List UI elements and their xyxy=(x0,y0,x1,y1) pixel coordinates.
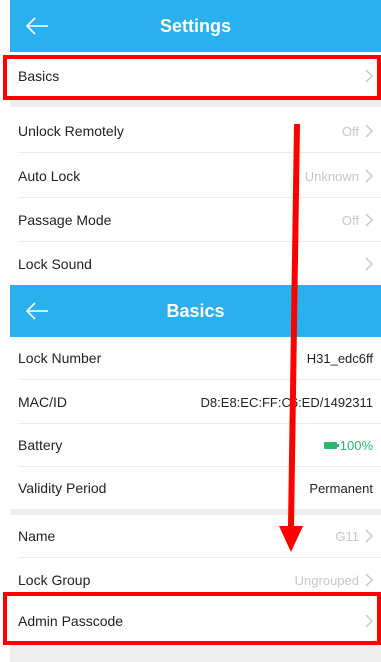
divider xyxy=(18,152,381,153)
section-gap xyxy=(10,97,381,107)
settings-row-unlock-remotely[interactable]: Unlock Remotely Off xyxy=(10,110,381,152)
row-label: Auto Lock xyxy=(18,168,81,184)
info-row-mac-id: MAC/ID D8:E8:EC:FF:C6:ED/1492311 xyxy=(10,381,381,423)
basics-screen: Basics Lock Number H31_edc6ff MAC/ID D8:… xyxy=(10,285,381,662)
divider xyxy=(18,241,381,242)
row-value: H31_edc6ff xyxy=(306,350,373,366)
settings-row-basics[interactable]: Basics xyxy=(10,55,381,97)
row-value: Off xyxy=(341,123,359,139)
info-row-battery: Battery 100% xyxy=(10,424,381,466)
row-value: Ungrouped xyxy=(294,572,359,588)
settings-row-lock-sound[interactable]: Lock Sound xyxy=(10,243,381,285)
divider xyxy=(18,197,381,198)
row-label: Unlock Remotely xyxy=(18,123,124,139)
row-label: Admin Passcode xyxy=(18,613,124,629)
bottom-gap xyxy=(10,645,381,662)
chevron-right-icon xyxy=(365,169,373,183)
battery-level: 100% xyxy=(339,437,373,453)
divider xyxy=(18,379,381,380)
settings-header: Settings xyxy=(10,0,381,52)
row-label: Validity Period xyxy=(18,480,107,496)
row-value: Off xyxy=(341,212,359,228)
page-title: Settings xyxy=(159,15,231,36)
settings-row-passage-mode[interactable]: Passage Mode Off xyxy=(10,199,381,241)
row-value: Unknown xyxy=(304,168,359,184)
row-label: Name xyxy=(18,528,56,544)
row-label: Lock Group xyxy=(18,572,91,588)
chevron-right-icon xyxy=(365,124,373,138)
row-label: Passage Mode xyxy=(18,212,112,228)
info-row-lock-number: Lock Number H31_edc6ff xyxy=(10,337,381,379)
row-label: MAC/ID xyxy=(18,394,67,410)
settings-row-name[interactable]: Name G11 xyxy=(10,515,381,557)
chevron-right-icon xyxy=(365,69,373,83)
row-label: Battery xyxy=(18,437,63,453)
settings-row-auto-lock[interactable]: Auto Lock Unknown xyxy=(10,155,381,197)
row-label: Basics xyxy=(18,68,60,84)
back-arrow-icon[interactable] xyxy=(24,13,50,39)
battery-icon xyxy=(323,441,339,449)
settings-screen: Settings Basics Unlock Remotely Off Auto… xyxy=(10,0,381,285)
chevron-right-icon xyxy=(365,257,373,271)
row-value: Permanent xyxy=(309,480,373,496)
settings-row-admin-passcode[interactable]: Admin Passcode xyxy=(10,600,381,642)
chevron-right-icon xyxy=(365,213,373,227)
chevron-right-icon xyxy=(365,573,373,587)
row-label: Lock Sound xyxy=(18,256,92,272)
back-arrow-icon[interactable] xyxy=(24,298,50,324)
row-value: G11 xyxy=(335,528,359,544)
page-title: Basics xyxy=(166,300,225,321)
info-row-validity-period: Validity Period Permanent xyxy=(10,467,381,509)
basics-header: Basics xyxy=(10,285,381,337)
row-label: Lock Number xyxy=(18,350,102,366)
chevron-right-icon xyxy=(365,614,373,628)
row-value: D8:E8:EC:FF:C6:ED/1492311 xyxy=(200,394,373,410)
chevron-right-icon xyxy=(365,529,373,543)
settings-row-lock-group[interactable]: Lock Group Ungrouped xyxy=(10,558,381,588)
